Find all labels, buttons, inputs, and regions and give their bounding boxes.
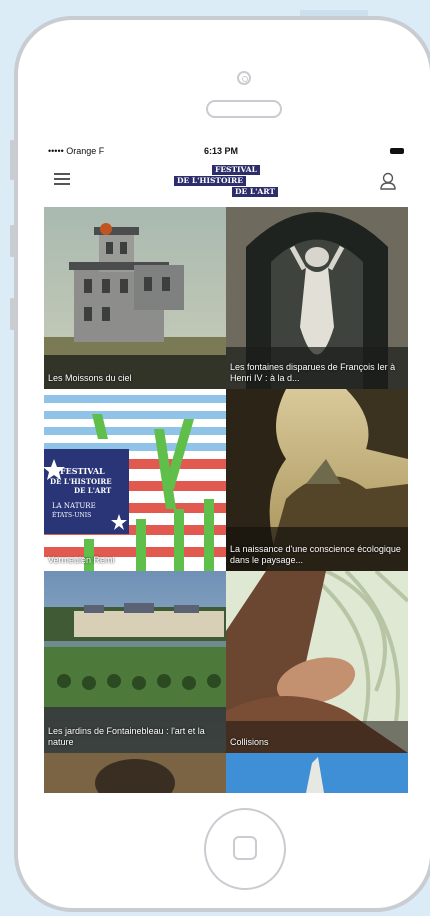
volume-down-button [10,298,16,330]
poster-line-5: ÉTATS-UNIS [52,511,91,519]
tile-label: Les fontaines disparues de François Ier … [230,362,396,383]
tile-image-poster: FESTIVAL DE L'HISTOIRE DE L'ART LA NATUR… [44,389,226,571]
article-grid: Les Moissons du ciel Les fontaines dispa… [44,207,408,793]
tile-partial-right[interactable] [226,753,408,793]
tile-image-portrait [44,753,226,793]
logo-line-3: DE L'ART [232,187,278,197]
tile-vermeulen[interactable]: FESTIVAL DE L'HISTOIRE DE L'ART LA NATUR… [44,389,226,571]
user-icon[interactable] [380,172,396,190]
poster-line-4: LA NATURE [52,502,96,510]
tile-image-collisions [226,571,408,753]
tile-label: Vermeulen Remi [48,555,115,565]
menu-icon[interactable] [54,173,70,186]
mute-switch [10,140,16,180]
logo-line-2: DE L'HISTOIRE [174,176,246,186]
status-bar: ••••• Orange F 6:13 PM [44,143,408,159]
camera-icon [237,71,251,85]
tile-fontaines[interactable]: Les fontaines disparues de François Ier … [226,207,408,389]
tile-label: Collisions [230,737,269,747]
tile-jardins[interactable]: Les jardins de Fontainebleau : l'art et … [44,571,226,753]
tile-label: Les jardins de Fontainebleau : l'art et … [48,726,205,747]
tile-moissons[interactable]: Les Moissons du ciel [44,207,226,389]
nav-bar: FESTIVAL DE L'HISTOIRE DE L'ART [44,159,408,208]
home-square-icon [233,836,257,860]
poster-line-1: FESTIVAL [60,466,105,476]
volume-up-button [10,225,16,257]
tile-naissance[interactable]: La naissance d'une conscience écologique… [226,389,408,571]
poster-line-3: DE L'ART [74,486,112,495]
app-screen: ••••• Orange F 6:13 PM FESTIVAL DE L'HIS… [44,143,408,793]
tile-image-house [44,207,226,389]
clock: 6:13 PM [204,146,239,156]
battery-icon [390,148,404,154]
logo-line-1: FESTIVAL [212,165,260,175]
poster-line-2: DE L'HISTOIRE [50,477,112,486]
festival-logo: FESTIVAL DE L'HISTOIRE DE L'ART [174,165,294,201]
tile-label: La naissance d'une conscience écologique… [230,544,401,565]
home-button[interactable] [204,808,286,890]
tile-image-sky [226,753,408,793]
tile-label: Les Moissons du ciel [48,373,132,383]
carrier-label: ••••• Orange F [48,146,105,156]
tile-partial-left[interactable] [44,753,226,793]
speaker-icon [206,100,282,118]
tile-collisions[interactable]: Collisions [226,571,408,753]
